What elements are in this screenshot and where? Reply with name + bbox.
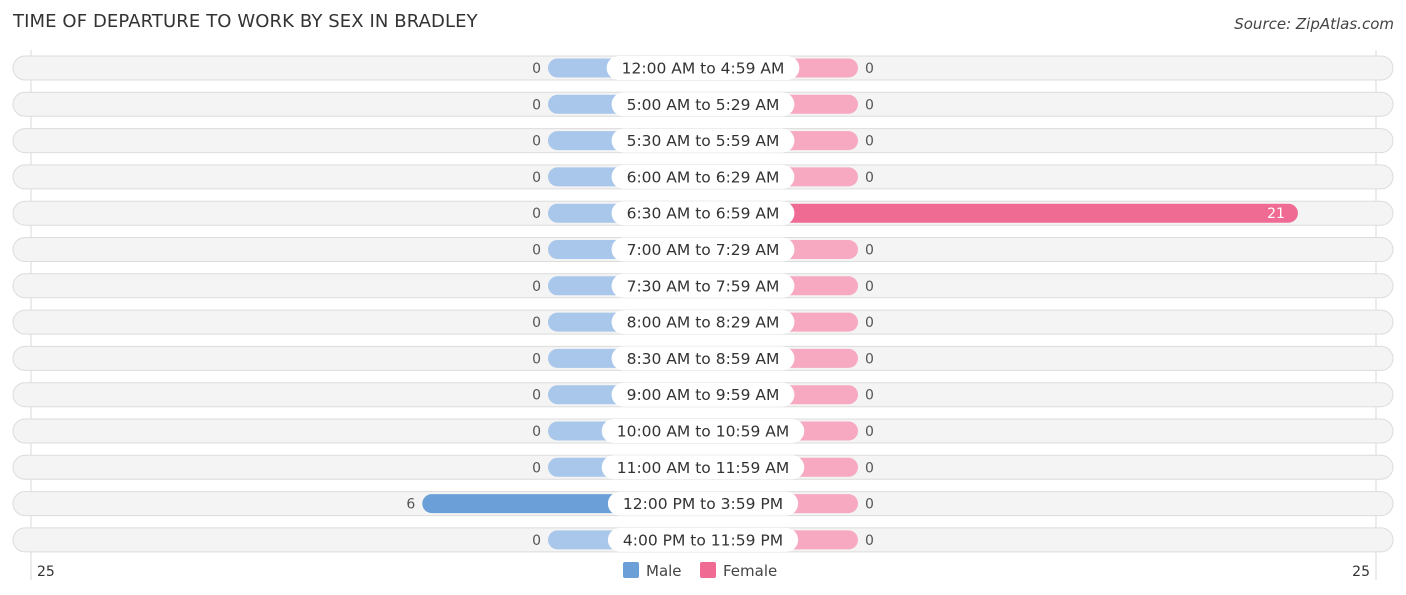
category-label: 8:00 AM to 8:29 AM (627, 314, 780, 332)
category-label: 11:00 AM to 11:59 AM (617, 459, 790, 477)
legend-male-swatch (623, 562, 639, 578)
category-label: 9:00 AM to 9:59 AM (627, 386, 780, 404)
male-value-label: 0 (532, 351, 541, 367)
male-value-label: 0 (532, 134, 541, 150)
female-value-label: 0 (865, 97, 874, 113)
category-label: 6:30 AM to 6:59 AM (627, 205, 780, 223)
female-value-label: 0 (865, 351, 874, 367)
male-value-label: 0 (532, 243, 541, 259)
category-label: 6:00 AM to 6:29 AM (627, 168, 780, 186)
axis-left-tick-label: 25 (37, 564, 55, 580)
male-value-label: 0 (532, 533, 541, 549)
legend-male-label: Male (646, 562, 682, 580)
female-value-label: 0 (865, 497, 874, 513)
category-label: 5:00 AM to 5:29 AM (627, 96, 780, 114)
legend-female-label: Female (723, 562, 777, 580)
male-value-label: 0 (532, 460, 541, 476)
male-value-label: 0 (532, 315, 541, 331)
category-label: 12:00 AM to 4:59 AM (622, 60, 785, 78)
female-value-label: 0 (865, 243, 874, 259)
female-value-label: 0 (865, 134, 874, 150)
category-label: 10:00 AM to 10:59 AM (617, 423, 790, 441)
female-value-label: 21 (1267, 206, 1285, 222)
male-value-label: 6 (406, 497, 415, 513)
category-label: 7:30 AM to 7:59 AM (627, 277, 780, 295)
male-value-label: 0 (532, 206, 541, 222)
male-value-label: 0 (532, 61, 541, 77)
category-label: 4:00 PM to 11:59 PM (623, 531, 783, 549)
female-value-label: 0 (865, 279, 874, 295)
female-value-label: 0 (865, 460, 874, 476)
category-label: 5:30 AM to 5:59 AM (627, 132, 780, 150)
male-value-label: 0 (532, 424, 541, 440)
female-value-label: 0 (865, 315, 874, 331)
male-value-label: 0 (532, 170, 541, 186)
category-label: 12:00 PM to 3:59 PM (623, 495, 783, 513)
female-value-label: 0 (865, 170, 874, 186)
female-value-label: 0 (865, 424, 874, 440)
category-label: 8:30 AM to 8:59 AM (627, 350, 780, 368)
male-value-label: 0 (532, 279, 541, 295)
legend-female-swatch (700, 562, 716, 578)
category-label: 7:00 AM to 7:29 AM (627, 241, 780, 259)
male-value-label: 0 (532, 97, 541, 113)
male-value-label: 0 (532, 388, 541, 404)
axis-right-tick-label: 25 (1352, 564, 1370, 580)
chart: 0 0 12:00 AM to 4:59 AM 0 0 5:00 AM to 5:29 A… (12, 50, 1394, 580)
female-value-label: 0 (865, 533, 874, 549)
female-value-label: 0 (865, 61, 874, 77)
female-value-label: 0 (865, 388, 874, 404)
